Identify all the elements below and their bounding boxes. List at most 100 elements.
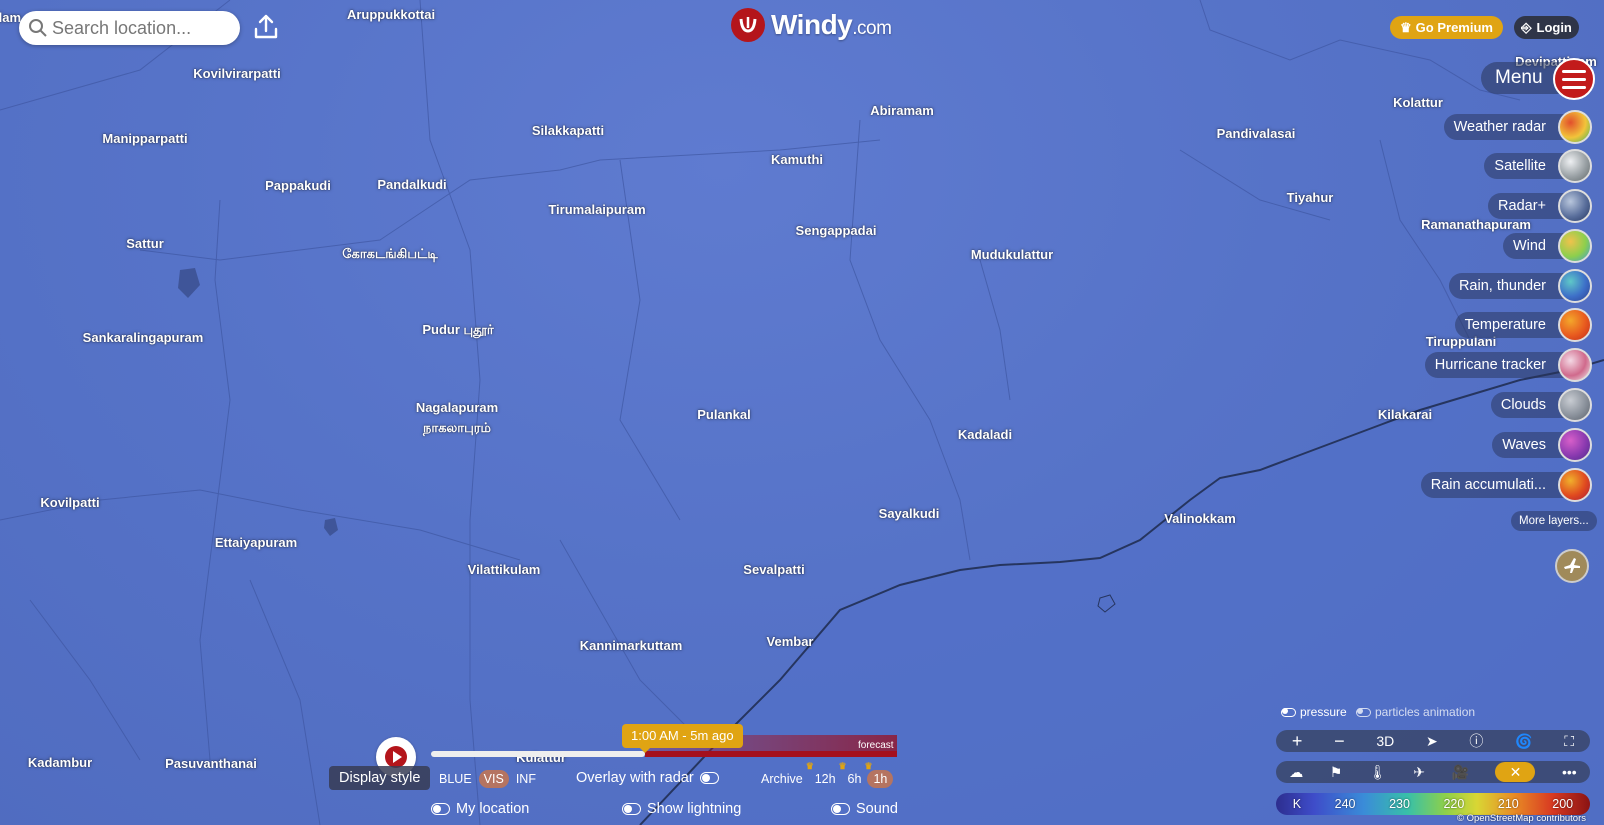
city-label[interactable]: Manipparpatti xyxy=(102,130,187,148)
rain-thunder-icon xyxy=(1558,268,1592,303)
city-label[interactable]: Aruppukkottai xyxy=(347,6,435,24)
city-label[interactable]: Pasuvanthanai xyxy=(165,755,257,773)
city-label[interactable]: Pudur புதூர் xyxy=(422,321,493,339)
thermometer-icon[interactable]: 🌡 xyxy=(1369,764,1387,781)
toggle-icon xyxy=(1281,707,1296,717)
search-box[interactable] xyxy=(19,11,240,45)
city-label[interactable]: Abiramam xyxy=(870,102,934,120)
city-label[interactable]: Ettaiyapuram xyxy=(215,534,297,552)
rain-accumulation-icon xyxy=(1558,467,1592,502)
city-label[interactable]: llam xyxy=(0,9,21,27)
city-label[interactable]: Nagalapuram xyxy=(416,399,498,417)
layer-waves[interactable]: Waves xyxy=(1392,427,1592,462)
my-location-toggle[interactable]: My location xyxy=(431,801,529,817)
particles-animation-toggle[interactable]: particles animation xyxy=(1356,705,1475,719)
city-label[interactable]: Kadambur xyxy=(28,754,92,772)
hurricane-icon[interactable]: 🌀 xyxy=(1515,733,1532,750)
timeline-slider[interactable] xyxy=(431,750,897,758)
range-1h[interactable]: ♛ 1h xyxy=(864,761,894,788)
windy-logo[interactable]: Windy.com xyxy=(731,8,892,42)
city-label[interactable]: Kadaladi xyxy=(958,426,1012,444)
info-icon[interactable]: ⓘ xyxy=(1469,731,1483,751)
layer-wind[interactable]: Wind xyxy=(1392,228,1592,263)
city-label[interactable]: Sayalkudi xyxy=(879,505,940,523)
city-label[interactable]: Pandivalasai xyxy=(1217,125,1296,143)
city-label[interactable]: கோகடங்கிபட்டி xyxy=(342,245,437,263)
legend-tick: 200 xyxy=(1552,797,1574,811)
camera-icon[interactable]: 🎥 xyxy=(1451,764,1468,781)
layer-temperature[interactable]: Temperature xyxy=(1392,308,1592,343)
city-label[interactable]: Kovilpatti xyxy=(40,494,99,512)
pressure-toggle[interactable]: pressure xyxy=(1281,705,1347,719)
layer-satellite[interactable]: Satellite xyxy=(1392,149,1592,184)
city-label[interactable]: Kamuthi xyxy=(771,151,823,169)
city-label[interactable]: Mudukulattur xyxy=(971,246,1053,264)
legend-tick: 240 xyxy=(1334,797,1356,811)
display-style-label[interactable]: Display style xyxy=(329,766,431,790)
city-label[interactable]: Sevalpatti xyxy=(743,561,804,579)
3d-button[interactable]: 3D xyxy=(1376,733,1394,749)
login-button[interactable]: ⎆ Login xyxy=(1514,16,1579,39)
archive-ranges: Archive ♛ 12h ♛ 6h ♛ 1h xyxy=(755,761,894,788)
layer-rain-accumulati[interactable]: Rain accumulati... xyxy=(1392,467,1592,502)
more-icon[interactable]: ••• xyxy=(1562,764,1577,780)
wind-icon xyxy=(1558,228,1592,263)
search-input[interactable] xyxy=(52,17,222,39)
mode-blue[interactable]: BLUE xyxy=(434,770,477,788)
city-label[interactable]: Tiyahur xyxy=(1287,189,1334,207)
city-label[interactable]: Silakkapatti xyxy=(532,122,604,140)
radar-plus-icon xyxy=(1558,189,1592,224)
more-layers-button[interactable]: More layers... xyxy=(1511,511,1597,531)
mode-inf[interactable]: INF xyxy=(511,770,541,788)
city-label[interactable]: Sankaralingapuram xyxy=(83,329,204,347)
current-time-bubble[interactable]: 1:00 AM - 5m ago xyxy=(622,724,743,753)
city-label[interactable]: Tirumalaipuram xyxy=(548,201,645,219)
city-label[interactable]: Sengappadai xyxy=(796,222,877,240)
close-icon[interactable]: ✕ xyxy=(1495,762,1536,782)
brand-name: Windy.com xyxy=(771,9,892,40)
fullscreen-icon[interactable]: ⛶ xyxy=(1564,733,1574,750)
overlay-radar-toggle[interactable]: Overlay with radar xyxy=(576,770,719,786)
toggle-icon xyxy=(831,803,850,815)
layer-weather-radar[interactable]: Weather radar xyxy=(1392,109,1592,144)
legend-unit: K xyxy=(1292,797,1302,811)
city-label[interactable]: Pandalkudi xyxy=(377,176,446,194)
city-label[interactable]: Pulankal xyxy=(697,406,750,424)
layer-list: Weather radar Satellite Radar+ Wind Rain, th… xyxy=(1392,109,1592,508)
city-label[interactable]: Valinokkam xyxy=(1164,510,1236,528)
layer-clouds[interactable]: Clouds xyxy=(1392,388,1592,423)
navigate-icon[interactable]: ➤ xyxy=(1426,733,1438,750)
city-label[interactable]: Sattur xyxy=(126,235,164,253)
city-label[interactable]: Pappakudi xyxy=(265,177,331,195)
sound-toggle[interactable]: Sound xyxy=(831,801,898,817)
satellite-map[interactable]: Aruppukkottai Kovilvirarpatti Manipparpatt… xyxy=(0,0,1604,825)
airport-icon[interactable]: ✈ xyxy=(1413,764,1425,781)
attribution[interactable]: © OpenStreetMap contributors xyxy=(1457,813,1586,824)
airplane-icon[interactable] xyxy=(1555,549,1589,583)
weather-icon[interactable]: ☁ xyxy=(1289,764,1303,781)
city-label[interactable]: Vilattikulam xyxy=(468,561,541,579)
city-label[interactable]: Kannimarkuttam xyxy=(580,637,683,655)
color-legend[interactable]: K 240 230 220 210 200 xyxy=(1276,793,1590,815)
mode-vis[interactable]: VIS xyxy=(478,770,509,788)
toggle-icon xyxy=(431,803,450,815)
layer-radar[interactable]: Radar+ xyxy=(1392,189,1592,224)
upload-icon[interactable] xyxy=(251,12,281,42)
search-icon xyxy=(29,19,47,37)
city-label[interactable]: Vembar xyxy=(767,633,814,651)
layer-hurricane-tracker[interactable]: Hurricane tracker xyxy=(1392,348,1592,383)
show-lightning-toggle[interactable]: Show lightning xyxy=(622,801,741,817)
city-label[interactable]: நாகலாபுரம் xyxy=(423,419,491,437)
layer-rain-thunder[interactable]: Rain, thunder xyxy=(1392,268,1592,303)
zoom-out-button[interactable]: − xyxy=(1334,731,1345,752)
city-label[interactable]: Kovilvirarpatti xyxy=(193,65,280,83)
archive-button[interactable]: Archive xyxy=(755,770,809,788)
zoom-in-button[interactable]: + xyxy=(1292,731,1303,752)
range-12h[interactable]: ♛ 12h xyxy=(806,761,842,788)
flag-icon[interactable]: ⚑ xyxy=(1330,764,1343,781)
hamburger-icon[interactable] xyxy=(1553,58,1595,100)
range-6h[interactable]: ♛ 6h xyxy=(839,761,868,788)
timeline-future xyxy=(645,751,897,757)
go-premium-button[interactable]: ♛ Go Premium xyxy=(1390,16,1503,39)
weather-radar-icon xyxy=(1558,109,1592,144)
